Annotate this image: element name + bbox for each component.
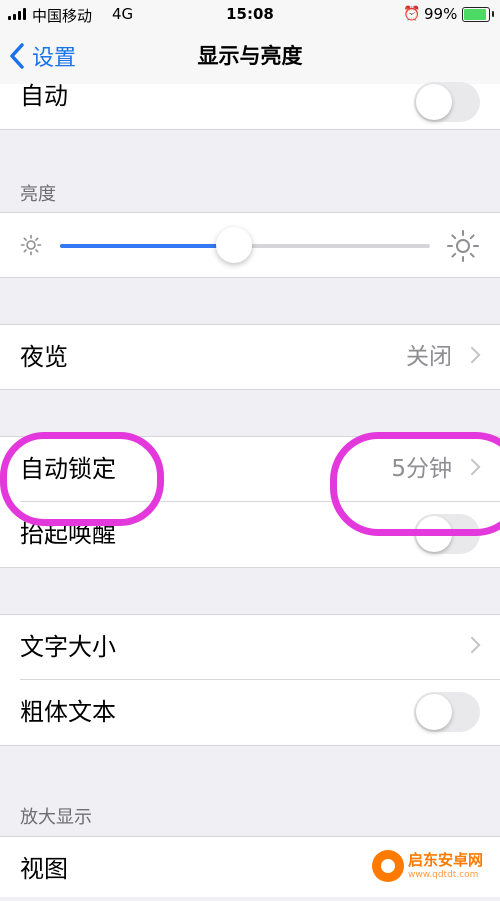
- night-shift-label: 夜览: [20, 343, 68, 371]
- brightness-group: [0, 212, 500, 278]
- battery-icon: [462, 7, 494, 22]
- night-shift-group: 夜览 关闭: [0, 324, 500, 390]
- appearance-group: 自动: [0, 82, 500, 130]
- toggle-knob: [416, 84, 452, 120]
- auto-appearance-toggle[interactable]: [414, 82, 480, 122]
- sun-large-icon: [447, 230, 479, 262]
- bold-text-row: 粗体文本: [0, 680, 500, 744]
- watermark-logo: [372, 850, 404, 882]
- brightness-header: 亮度: [20, 184, 56, 205]
- annotation-circle-auto-lock: [0, 432, 164, 526]
- chevron-right-icon: [463, 346, 481, 364]
- watermark-url: www.qdtdt.com: [408, 870, 479, 880]
- watermark-brand: 启东安卓网: [408, 851, 484, 869]
- brightness-slider[interactable]: [60, 227, 430, 263]
- auto-label: 自动: [20, 82, 68, 110]
- chevron-right-icon: [463, 636, 481, 654]
- toggle-knob: [416, 694, 452, 730]
- bold-text-label: 粗体文本: [20, 698, 116, 726]
- annotation-circle-auto-lock-value: [330, 432, 500, 536]
- text-group: 文字大小 粗体文本: [0, 614, 500, 746]
- status-bar: 中国移动 4G 15:08 ⏰ 99%: [0, 0, 500, 28]
- alarm-icon: ⏰: [403, 6, 421, 22]
- bold-text-toggle[interactable]: [414, 692, 480, 732]
- slider-thumb[interactable]: [215, 227, 252, 263]
- night-shift-row[interactable]: 夜览 关闭: [0, 325, 500, 389]
- display-zoom-header: 放大显示: [20, 807, 92, 828]
- view-label: 视图: [20, 855, 68, 883]
- text-size-label: 文字大小: [20, 633, 116, 661]
- slider-fill: [60, 244, 234, 248]
- sun-small-icon: [20, 234, 42, 256]
- night-shift-value: 关闭: [406, 344, 452, 370]
- battery-percent: 99%: [424, 5, 458, 23]
- watermark: 启东安卓网 www.qdtdt.com: [372, 848, 494, 886]
- text-size-row[interactable]: 文字大小: [0, 615, 500, 679]
